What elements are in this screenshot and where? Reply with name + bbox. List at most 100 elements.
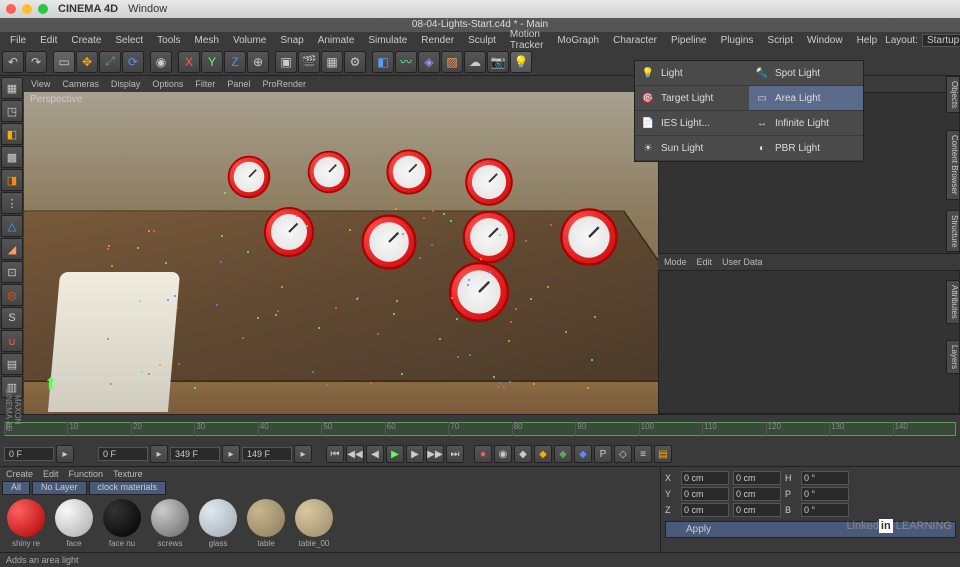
vp-menu-filter[interactable]: Filter xyxy=(190,78,220,90)
min-dot[interactable] xyxy=(22,4,32,14)
render-pict-icon[interactable]: 🎬 xyxy=(298,51,320,73)
z-rot-field[interactable]: 0 ° xyxy=(801,503,849,517)
material-table_00[interactable]: table_00 xyxy=(292,499,336,548)
menu-mesh[interactable]: Mesh xyxy=(189,34,225,47)
keyframe-sel-icon[interactable]: ◆ xyxy=(514,445,532,463)
vp-menu-display[interactable]: Display xyxy=(106,78,146,90)
x-axis-icon[interactable]: X xyxy=(178,51,200,73)
render-region-icon[interactable]: ▦ xyxy=(321,51,343,73)
param-key-icon[interactable]: P xyxy=(594,445,612,463)
material-table[interactable]: table xyxy=(244,499,288,548)
timeline[interactable]: 0102030405060708090100110120130140150 xyxy=(0,414,960,442)
current-frame-field[interactable]: 0 F xyxy=(4,447,54,461)
x-rot-field[interactable]: 0 ° xyxy=(801,471,849,485)
texture-mode-icon[interactable]: ▩ xyxy=(1,146,23,168)
vtab-objects[interactable]: Objects xyxy=(946,76,960,113)
light-option-spot-light[interactable]: 🔦Spot Light xyxy=(749,61,863,86)
play-icon[interactable]: ▶ xyxy=(386,445,404,463)
pos-key-icon[interactable]: ◆ xyxy=(534,445,552,463)
light-option-infinite-light[interactable]: ↔Infinite Light xyxy=(749,111,863,136)
mat-menu-edit[interactable]: Edit xyxy=(39,468,63,480)
mat-filter[interactable]: All xyxy=(2,481,30,495)
points-mode-icon[interactable]: ⋮ xyxy=(1,192,23,214)
attr-menu-mode[interactable]: Mode xyxy=(660,256,691,268)
light-option-pbr-light[interactable]: ◐PBR Light xyxy=(749,136,863,161)
light-icon[interactable]: 💡 xyxy=(510,51,532,73)
light-option-ies-light---[interactable]: 📄IES Light... xyxy=(635,111,749,136)
scale-tool-icon[interactable]: ⤢ xyxy=(99,51,121,73)
redo-icon[interactable]: ↷ xyxy=(25,51,47,73)
spline-icon[interactable]: 〰 xyxy=(395,51,417,73)
menu-render[interactable]: Render xyxy=(415,34,460,47)
menu-mograph[interactable]: MoGraph xyxy=(551,34,605,47)
y-axis-icon[interactable]: Y xyxy=(201,51,223,73)
timeline-range[interactable] xyxy=(4,422,956,436)
mat-menu-function[interactable]: Function xyxy=(65,468,108,480)
autokey-icon[interactable]: ◉ xyxy=(494,445,512,463)
material-face[interactable]: face xyxy=(52,499,96,548)
key-opts-icon[interactable]: ≡ xyxy=(634,445,652,463)
attribute-body[interactable] xyxy=(658,270,960,414)
light-option-sun-light[interactable]: ☀Sun Light xyxy=(635,136,749,161)
timeline-ruler[interactable]: 0102030405060708090100110120130140150 xyxy=(4,422,956,436)
menu-edit[interactable]: Edit xyxy=(34,34,63,47)
record-icon[interactable]: ● xyxy=(474,445,492,463)
snap-icon[interactable]: ◎ xyxy=(1,284,23,306)
z-size-field[interactable]: 0 cm xyxy=(733,503,781,517)
play-mode-icon[interactable]: ▤ xyxy=(654,445,672,463)
next-frame-icon[interactable]: ▶ xyxy=(406,445,424,463)
scale-key-icon[interactable]: ◆ xyxy=(554,445,572,463)
environment-icon[interactable]: ☁ xyxy=(464,51,486,73)
workplane-icon[interactable]: ◨ xyxy=(1,169,23,191)
goto-end-icon[interactable]: ⏭ xyxy=(446,445,464,463)
menu-pipeline[interactable]: Pipeline xyxy=(665,34,713,47)
cube-primitive-icon[interactable]: ◧ xyxy=(372,51,394,73)
render-settings-icon[interactable]: ⚙ xyxy=(344,51,366,73)
model-mode-icon[interactable]: ◳ xyxy=(1,100,23,122)
undo-icon[interactable]: ↶ xyxy=(2,51,24,73)
menu-motion-tracker[interactable]: Motion Tracker xyxy=(504,28,550,52)
object-mode-icon[interactable]: ◧ xyxy=(1,123,23,145)
menu-window[interactable]: Window xyxy=(801,34,849,47)
rotate-tool-icon[interactable]: ⟳ xyxy=(122,51,144,73)
make-editable-icon[interactable]: ▦ xyxy=(1,77,23,99)
range-max-field[interactable]: 149 F xyxy=(242,447,292,461)
menu-tools[interactable]: Tools xyxy=(151,34,186,47)
move-tool-icon[interactable]: ✥ xyxy=(76,51,98,73)
material-screws[interactable]: screws xyxy=(148,499,192,548)
prev-frame-icon[interactable]: ◀ xyxy=(366,445,384,463)
select-tool-icon[interactable]: ▭ xyxy=(53,51,75,73)
vtab-layers[interactable]: Layers xyxy=(946,340,960,374)
menu-create[interactable]: Create xyxy=(65,34,107,47)
vp-menu-view[interactable]: View xyxy=(26,78,55,90)
mat-filter[interactable]: clock materials xyxy=(89,481,167,495)
light-option-light[interactable]: 💡Light xyxy=(635,61,749,86)
spinner-icon[interactable]: ▸ xyxy=(294,445,312,463)
vp-menu-options[interactable]: Options xyxy=(147,78,188,90)
z-axis-icon[interactable]: Z xyxy=(224,51,246,73)
locked-icon[interactable]: ▤ xyxy=(1,353,23,375)
recent-tool-icon[interactable]: ◉ xyxy=(150,51,172,73)
material-face-nu[interactable]: face nu xyxy=(100,499,144,548)
z-pos-field[interactable]: 0 cm xyxy=(681,503,729,517)
menu-simulate[interactable]: Simulate xyxy=(362,34,413,47)
vp-menu-prorender[interactable]: ProRender xyxy=(257,78,311,90)
menu-animate[interactable]: Animate xyxy=(312,34,361,47)
menu-plugins[interactable]: Plugins xyxy=(715,34,760,47)
mat-menu-create[interactable]: Create xyxy=(2,468,37,480)
menu-volume[interactable]: Volume xyxy=(227,34,272,47)
render-view-icon[interactable]: ▣ xyxy=(275,51,297,73)
material-shiny-re[interactable]: shiny re xyxy=(4,499,48,548)
camera-icon[interactable]: 📷 xyxy=(487,51,509,73)
coord-sys-icon[interactable]: ⊕ xyxy=(247,51,269,73)
next-key-icon[interactable]: ▶▶ xyxy=(426,445,444,463)
generator-icon[interactable]: ◈ xyxy=(418,51,440,73)
mat-filter[interactable]: No Layer xyxy=(32,481,87,495)
material-glass[interactable]: glass xyxy=(196,499,240,548)
spinner-icon[interactable]: ▸ xyxy=(222,445,240,463)
magnet-icon[interactable]: ∪ xyxy=(1,330,23,352)
light-option-target-light[interactable]: 🎯Target Light xyxy=(635,86,749,111)
max-dot[interactable] xyxy=(38,4,48,14)
vp-menu-panel[interactable]: Panel xyxy=(222,78,255,90)
goto-start-icon[interactable]: ⏮ xyxy=(326,445,344,463)
